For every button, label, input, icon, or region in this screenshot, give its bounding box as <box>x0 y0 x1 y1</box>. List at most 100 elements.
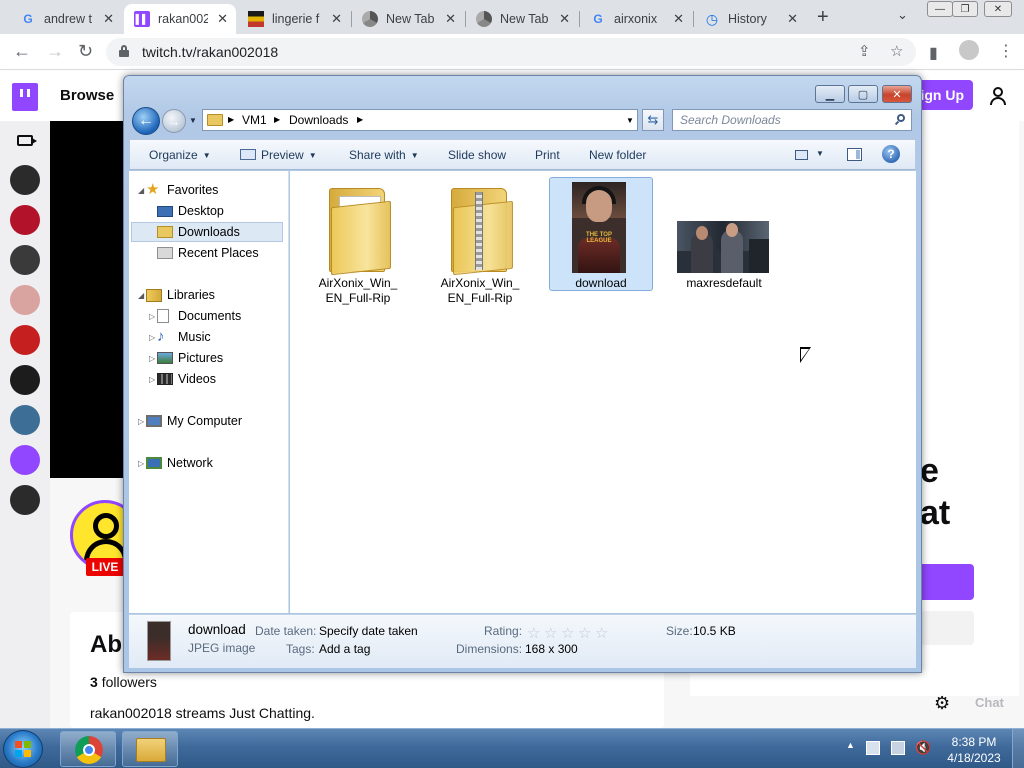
nav-music[interactable]: ♪ Music <box>157 327 211 347</box>
chevron-right-icon[interactable]: ▷ <box>149 333 155 342</box>
nav-libraries[interactable]: Libraries <box>146 285 215 305</box>
rating-star-icon[interactable]: ☆ <box>544 624 557 642</box>
channel-avatar[interactable] <box>10 485 40 515</box>
chevron-right-icon[interactable]: ▷ <box>149 312 155 321</box>
side-panel-icon[interactable]: ▮ <box>929 43 938 63</box>
maximize-button[interactable]: ▢ <box>848 85 878 103</box>
new-folder-button[interactable]: New folder <box>589 148 646 162</box>
rating-star-icon[interactable]: ☆ <box>527 624 540 642</box>
nav-network[interactable]: Network <box>146 453 213 473</box>
chevron-down-icon[interactable]: ▼ <box>626 116 634 125</box>
close-button[interactable]: ✕ <box>882 85 912 103</box>
restore-window-button[interactable]: ❐ <box>952 1 978 17</box>
nav-videos[interactable]: Videos <box>157 369 216 389</box>
bookmark-star-icon[interactable]: ☆ <box>890 42 903 60</box>
slide-show-button[interactable]: Slide show <box>448 148 506 162</box>
volume-muted-icon[interactable]: 🔇 <box>915 741 931 755</box>
forward-arrow-icon[interactable]: → <box>46 41 64 62</box>
tab-lingerie[interactable]: lingerie f ✕ <box>238 4 350 34</box>
chevron-right-icon[interactable]: ▶ <box>357 115 363 124</box>
file-item-folder[interactable]: AirXonix_Win_EN_Full-Rip <box>306 177 410 305</box>
print-button[interactable]: Print <box>535 148 560 162</box>
recent-pages-dropdown[interactable]: ▼ <box>189 116 197 125</box>
file-item-zip[interactable]: AirXonix_Win_EN_Full-Rip <box>428 177 532 305</box>
close-icon[interactable]: ✕ <box>787 11 798 27</box>
back-arrow-icon[interactable]: ← <box>132 107 160 135</box>
chevron-right-icon[interactable]: ▶ <box>228 115 234 124</box>
video-player[interactable] <box>50 121 125 478</box>
search-icon[interactable] <box>894 114 906 126</box>
profile-avatar-icon[interactable] <box>959 40 979 60</box>
channel-avatar[interactable] <box>10 245 40 275</box>
url-text[interactable]: twitch.tv/rakan002018 <box>142 44 278 60</box>
channel-avatar[interactable] <box>10 165 40 195</box>
show-hidden-icons-arrow[interactable]: ▲ <box>846 740 855 750</box>
show-desktop-button[interactable] <box>1012 729 1024 768</box>
preview-button[interactable]: Preview ▼ <box>240 148 317 162</box>
close-icon[interactable]: ✕ <box>331 11 342 27</box>
channel-avatar[interactable] <box>10 205 40 235</box>
nav-downloads[interactable]: Downloads <box>131 222 283 242</box>
chevron-right-icon[interactable]: ▷ <box>149 354 155 363</box>
tab-new-tab-2[interactable]: New Tab ✕ <box>466 4 578 34</box>
breadcrumb-downloads[interactable]: Downloads <box>289 113 348 127</box>
start-button[interactable] <box>3 730 43 768</box>
close-icon[interactable]: ✕ <box>673 11 684 27</box>
address-bar[interactable]: twitch.tv/rakan002018 ⇪ ☆ <box>106 38 916 66</box>
close-icon[interactable]: ✕ <box>217 11 228 27</box>
tags-value[interactable]: Add a tag <box>319 642 370 656</box>
share-icon[interactable]: ⇪ <box>858 42 871 60</box>
share-with-button[interactable]: Share with ▼ <box>349 148 419 162</box>
rating-star-icon[interactable]: ☆ <box>578 624 591 642</box>
tab-new-tab-1[interactable]: New Tab ✕ <box>352 4 464 34</box>
minimize-window-button[interactable]: — <box>927 1 953 17</box>
sign-up-button[interactable]: Sign Up <box>918 80 973 110</box>
twitch-logo-icon[interactable] <box>12 83 38 111</box>
close-icon[interactable]: ✕ <box>559 11 570 27</box>
close-icon[interactable]: ✕ <box>445 11 456 27</box>
gear-icon[interactable]: ⚙ <box>934 693 950 714</box>
change-view-icon[interactable] <box>795 150 808 160</box>
back-arrow-icon[interactable]: ← <box>13 41 31 62</box>
expand-arrow-icon[interactable]: ◢ <box>138 291 144 300</box>
tab-history[interactable]: ◷ History ✕ <box>694 4 806 34</box>
preview-pane-icon[interactable] <box>847 148 862 161</box>
tab-airxonix[interactable]: G airxonix ✕ <box>580 4 692 34</box>
chat-primary-button[interactable] <box>920 564 974 600</box>
chevron-down-icon[interactable]: ▼ <box>816 149 824 158</box>
chevron-right-icon[interactable]: ▷ <box>138 459 144 468</box>
close-window-button[interactable]: ✕ <box>984 1 1012 17</box>
file-item-maxresdefault[interactable]: maxresdefault <box>672 177 776 291</box>
tab-rakan002[interactable]: ▌▌ rakan002 ✕ <box>124 4 236 34</box>
organize-button[interactable]: Organize ▼ <box>149 148 211 162</box>
expand-arrow-icon[interactable]: ◢ <box>138 186 144 195</box>
network-status-icon[interactable] <box>891 741 905 755</box>
chevron-down-icon[interactable]: ⌄ <box>897 7 908 23</box>
nav-recent-places[interactable]: Recent Places <box>157 243 259 263</box>
action-center-flag-icon[interactable] <box>866 741 880 755</box>
lock-icon[interactable] <box>119 45 129 57</box>
channel-avatar[interactable] <box>10 445 40 475</box>
rating-star-icon[interactable]: ☆ <box>561 624 574 642</box>
forward-arrow-icon[interactable]: → <box>162 109 186 133</box>
reload-icon[interactable]: ↻ <box>78 41 93 62</box>
breadcrumb-vm1[interactable]: VM1 <box>242 113 267 127</box>
menu-dots-icon[interactable]: ⋮ <box>998 41 1014 61</box>
channel-avatar[interactable] <box>10 285 40 315</box>
nav-desktop[interactable]: Desktop <box>157 201 224 221</box>
help-icon[interactable]: ? <box>882 145 900 163</box>
nav-favorites[interactable]: ★ Favorites <box>146 180 218 200</box>
search-input[interactable]: Search Downloads <box>672 109 912 131</box>
new-tab-button[interactable]: + <box>817 6 829 29</box>
date-taken-value[interactable]: Specify date taken <box>319 624 418 638</box>
refresh-icon[interactable]: ⇆ <box>642 109 664 131</box>
nav-my-computer[interactable]: My Computer <box>146 411 242 431</box>
close-icon[interactable]: ✕ <box>103 11 114 27</box>
channel-avatar[interactable] <box>10 365 40 395</box>
tab-andrew[interactable]: G andrew t ✕ <box>10 4 122 34</box>
nav-documents[interactable]: Documents <box>157 306 241 326</box>
explorer-address-bar[interactable]: ▶ VM1 ▶ Downloads ▶ ▼ <box>202 109 638 131</box>
chevron-right-icon[interactable]: ▷ <box>138 417 144 426</box>
user-icon[interactable] <box>988 86 1008 106</box>
rating-star-icon[interactable]: ☆ <box>595 624 608 642</box>
